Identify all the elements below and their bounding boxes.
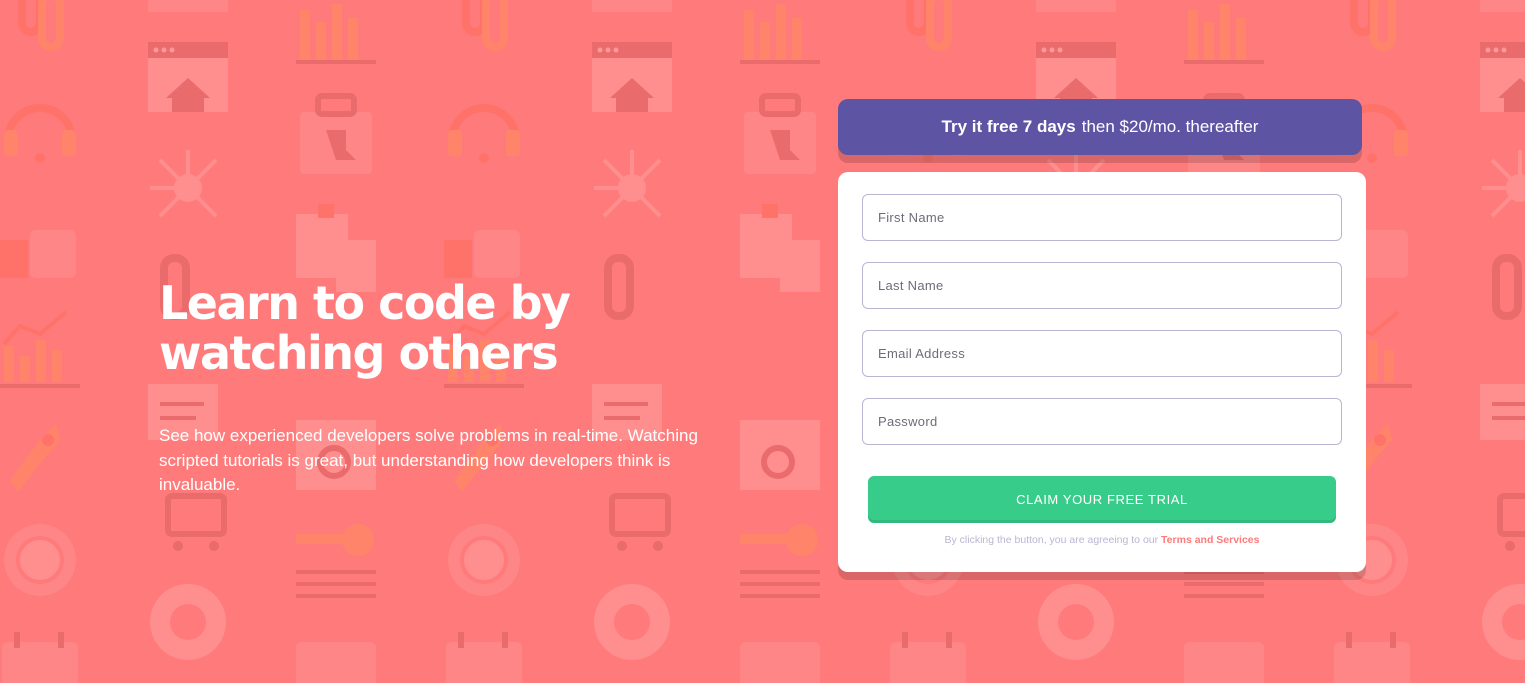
promo-price: then $20/mo. thereafter	[1081, 117, 1259, 136]
password-field[interactable]	[862, 398, 1342, 445]
terms-link[interactable]: Terms and Services	[1161, 534, 1259, 546]
first-name-field[interactable]	[862, 194, 1342, 241]
terms-notice: By clicking the button, you are agreeing…	[838, 534, 1366, 546]
signup-form: CLAIM YOUR FREE TRIAL By clicking the bu…	[838, 172, 1366, 572]
hero-section: Learn to code by watching others See how…	[159, 278, 749, 498]
email-field[interactable]	[862, 330, 1342, 377]
hero-title: Learn to code by watching others	[159, 276, 571, 380]
promo-highlight: Try it free 7 days	[941, 117, 1076, 136]
terms-prefix: By clicking the button, you are agreeing…	[944, 534, 1159, 546]
trial-promo-banner: Try it free 7 days then $20/mo. thereaft…	[838, 99, 1362, 155]
claim-free-trial-button[interactable]: CLAIM YOUR FREE TRIAL	[868, 476, 1336, 523]
hero-description: See how experienced developers solve pro…	[159, 426, 698, 494]
last-name-field[interactable]	[862, 262, 1342, 309]
